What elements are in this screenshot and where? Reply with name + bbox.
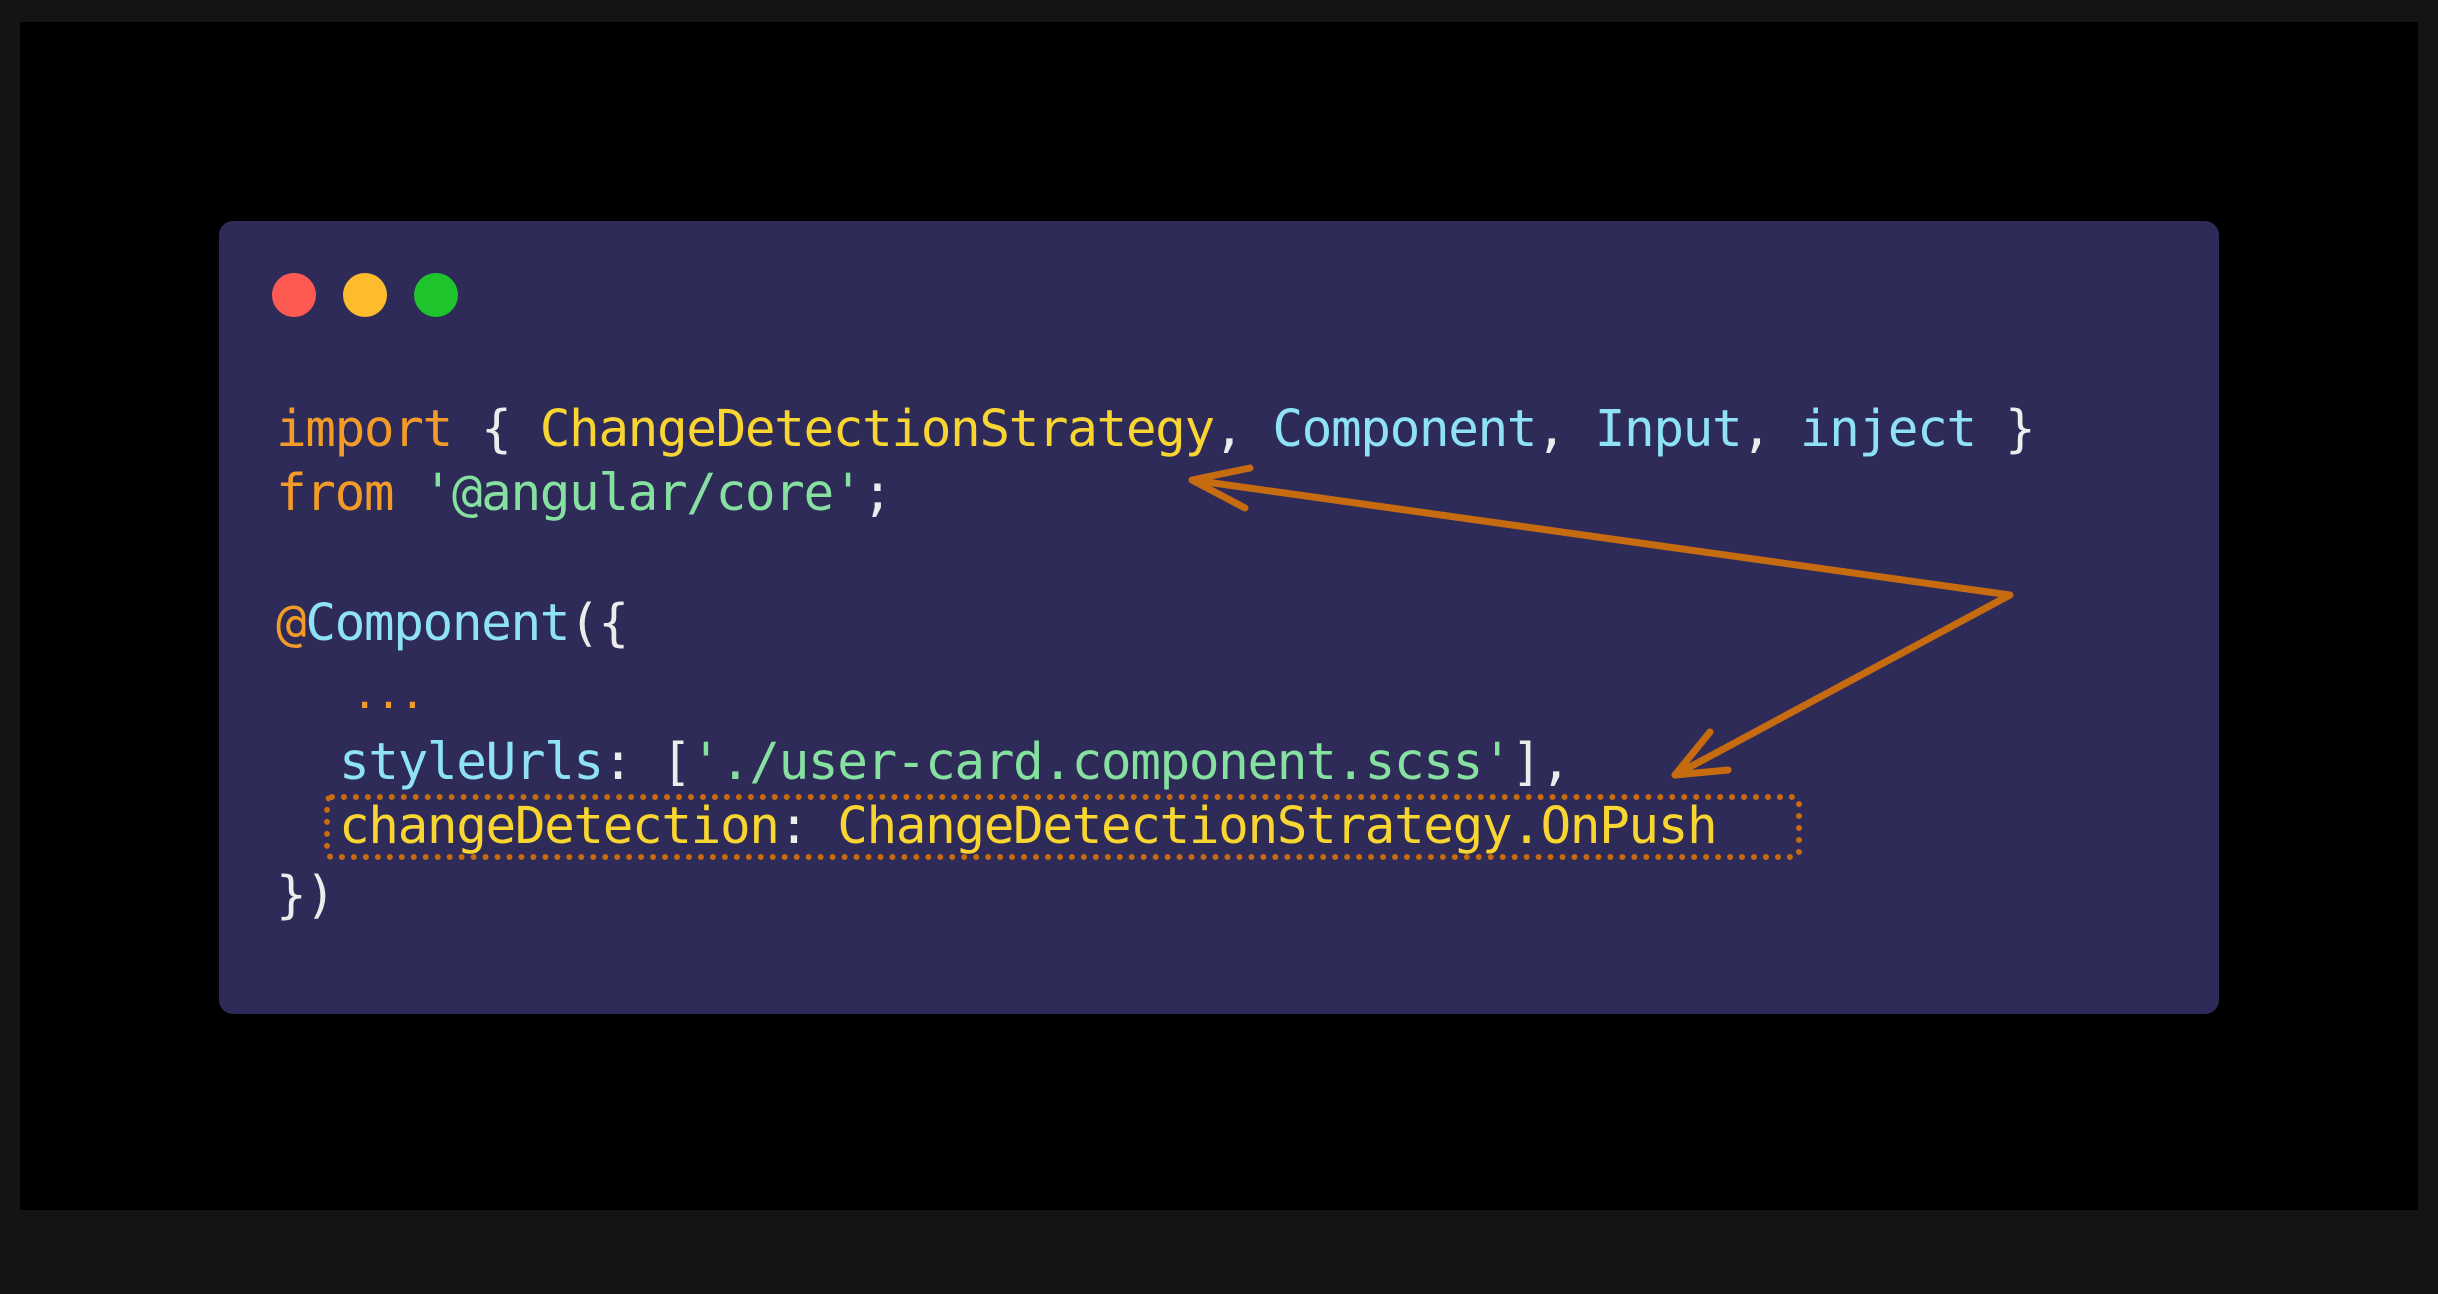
punctuation: : [ [602, 733, 692, 792]
identifier-component: Component [1272, 400, 1537, 459]
maximize-dot-icon[interactable] [414, 273, 458, 317]
punctuation: ; [862, 464, 893, 523]
punctuation: }) [276, 866, 336, 925]
code-line-4: ... [352, 662, 425, 726]
import-keyword: import [276, 400, 453, 459]
code-line-3: @Component({ [276, 592, 629, 656]
identifier-input: Input [1594, 400, 1743, 459]
ellipsis: ... [352, 669, 425, 718]
from-keyword: from [276, 464, 395, 523]
code-line-2: from '@angular/core'; [276, 462, 893, 526]
code-line-1: import { ChangeDetectionStrategy, Compon… [276, 398, 2036, 462]
decorator-name: Component [305, 594, 570, 653]
code-line-5: styleUrls: ['./user-card.component.scss'… [339, 731, 1571, 795]
punctuation [393, 464, 422, 523]
close-dot-icon[interactable] [272, 273, 316, 317]
decorator-at: @ [276, 594, 307, 653]
module-string: '@angular/core' [422, 464, 864, 523]
minimize-dot-icon[interactable] [343, 273, 387, 317]
punctuation: , [1536, 400, 1595, 459]
punctuation: , [1213, 400, 1273, 459]
punctuation: ], [1511, 733, 1571, 792]
code-line-7: }) [276, 864, 336, 928]
punctuation: { [451, 400, 540, 459]
dotted-highlight-box-icon [324, 794, 1802, 860]
punctuation: ({ [569, 594, 629, 653]
property-key: styleUrls [339, 733, 604, 792]
style-url-string: './user-card.component.scss' [690, 733, 1513, 792]
type-change-detection-strategy: ChangeDetectionStrategy [539, 400, 1215, 459]
identifier-inject: inject [1799, 400, 1977, 459]
punctuation: , [1741, 400, 1800, 459]
punctuation: } [1975, 400, 2036, 459]
